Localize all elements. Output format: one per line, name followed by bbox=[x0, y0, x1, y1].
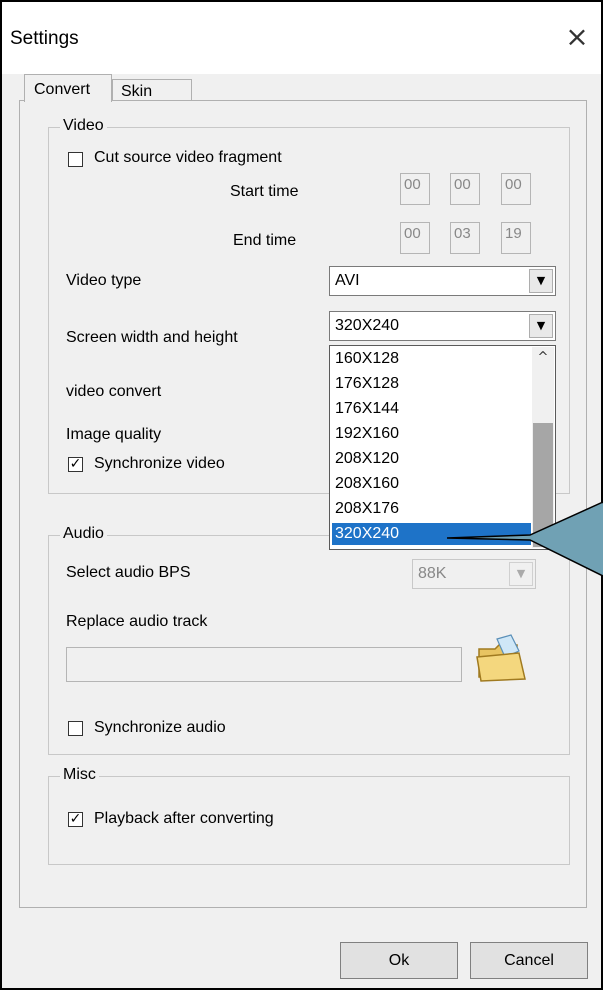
chevron-up-icon[interactable]: ^ bbox=[532, 347, 554, 369]
chevron-down-icon[interactable]: ▼ bbox=[529, 269, 553, 293]
start-time-label: Start time bbox=[230, 183, 299, 200]
chevron-down-icon[interactable]: ▼ bbox=[529, 314, 553, 338]
video-group-legend: Video bbox=[60, 117, 107, 135]
open-folder-icon[interactable] bbox=[473, 631, 529, 687]
dropdown-option[interactable]: 176X144 bbox=[332, 398, 531, 420]
sync-video-label: Synchronize video bbox=[94, 455, 225, 472]
dropdown-option[interactable]: 176X128 bbox=[332, 373, 531, 395]
playback-checkbox[interactable]: ✓ bbox=[68, 812, 83, 827]
sync-audio-label: Synchronize audio bbox=[94, 719, 226, 736]
start-hours-field[interactable]: 00 bbox=[400, 173, 430, 205]
screen-size-select[interactable]: 320X240 ▼ bbox=[329, 311, 556, 341]
dropdown-option[interactable]: 192X160 bbox=[332, 423, 531, 445]
image-quality-label: Image quality bbox=[66, 426, 162, 443]
screen-size-label: Screen width and height bbox=[66, 329, 238, 346]
dropdown-option[interactable]: 208X160 bbox=[332, 473, 531, 495]
tab-convert[interactable]: Convert bbox=[24, 74, 112, 102]
end-hours-field[interactable]: 00 bbox=[400, 222, 430, 254]
misc-group-legend: Misc bbox=[60, 766, 99, 784]
cancel-button[interactable]: Cancel bbox=[470, 942, 588, 979]
title-bar: Settings × bbox=[2, 2, 601, 74]
window-title: Settings bbox=[10, 28, 79, 49]
audio-bps-label: Select audio BPS bbox=[66, 564, 191, 581]
cut-fragment-checkbox[interactable] bbox=[68, 152, 83, 167]
video-convert-label: video convert bbox=[66, 383, 162, 400]
screen-size-value: 320X240 bbox=[335, 317, 400, 334]
start-seconds-field[interactable]: 00 bbox=[501, 173, 531, 205]
close-icon[interactable]: × bbox=[562, 20, 592, 54]
sync-video-checkbox[interactable]: ✓ bbox=[68, 457, 83, 472]
sync-audio-checkbox[interactable] bbox=[68, 721, 83, 736]
video-type-select[interactable]: AVI ▼ bbox=[329, 266, 556, 296]
tab-skin[interactable]: Skin bbox=[112, 79, 192, 101]
replace-audio-label: Replace audio track bbox=[66, 613, 208, 630]
start-minutes-field[interactable]: 00 bbox=[450, 173, 480, 205]
cut-fragment-label: Cut source video fragment bbox=[94, 149, 282, 166]
settings-dialog: Settings × Convert Skin Video Cut source… bbox=[0, 0, 603, 990]
audio-group-legend: Audio bbox=[60, 525, 107, 543]
ok-button[interactable]: Ok bbox=[340, 942, 458, 979]
audio-track-field[interactable] bbox=[66, 647, 462, 682]
dropdown-option[interactable]: 160X128 bbox=[332, 348, 531, 370]
dropdown-option[interactable]: 208X120 bbox=[332, 448, 531, 470]
end-seconds-field[interactable]: 19 bbox=[501, 222, 531, 254]
playback-label: Playback after converting bbox=[94, 810, 274, 827]
callout-arrow bbox=[446, 502, 603, 577]
end-time-label: End time bbox=[233, 232, 297, 249]
video-type-label: Video type bbox=[66, 272, 142, 289]
video-type-value: AVI bbox=[335, 272, 360, 289]
end-minutes-field[interactable]: 03 bbox=[450, 222, 480, 254]
